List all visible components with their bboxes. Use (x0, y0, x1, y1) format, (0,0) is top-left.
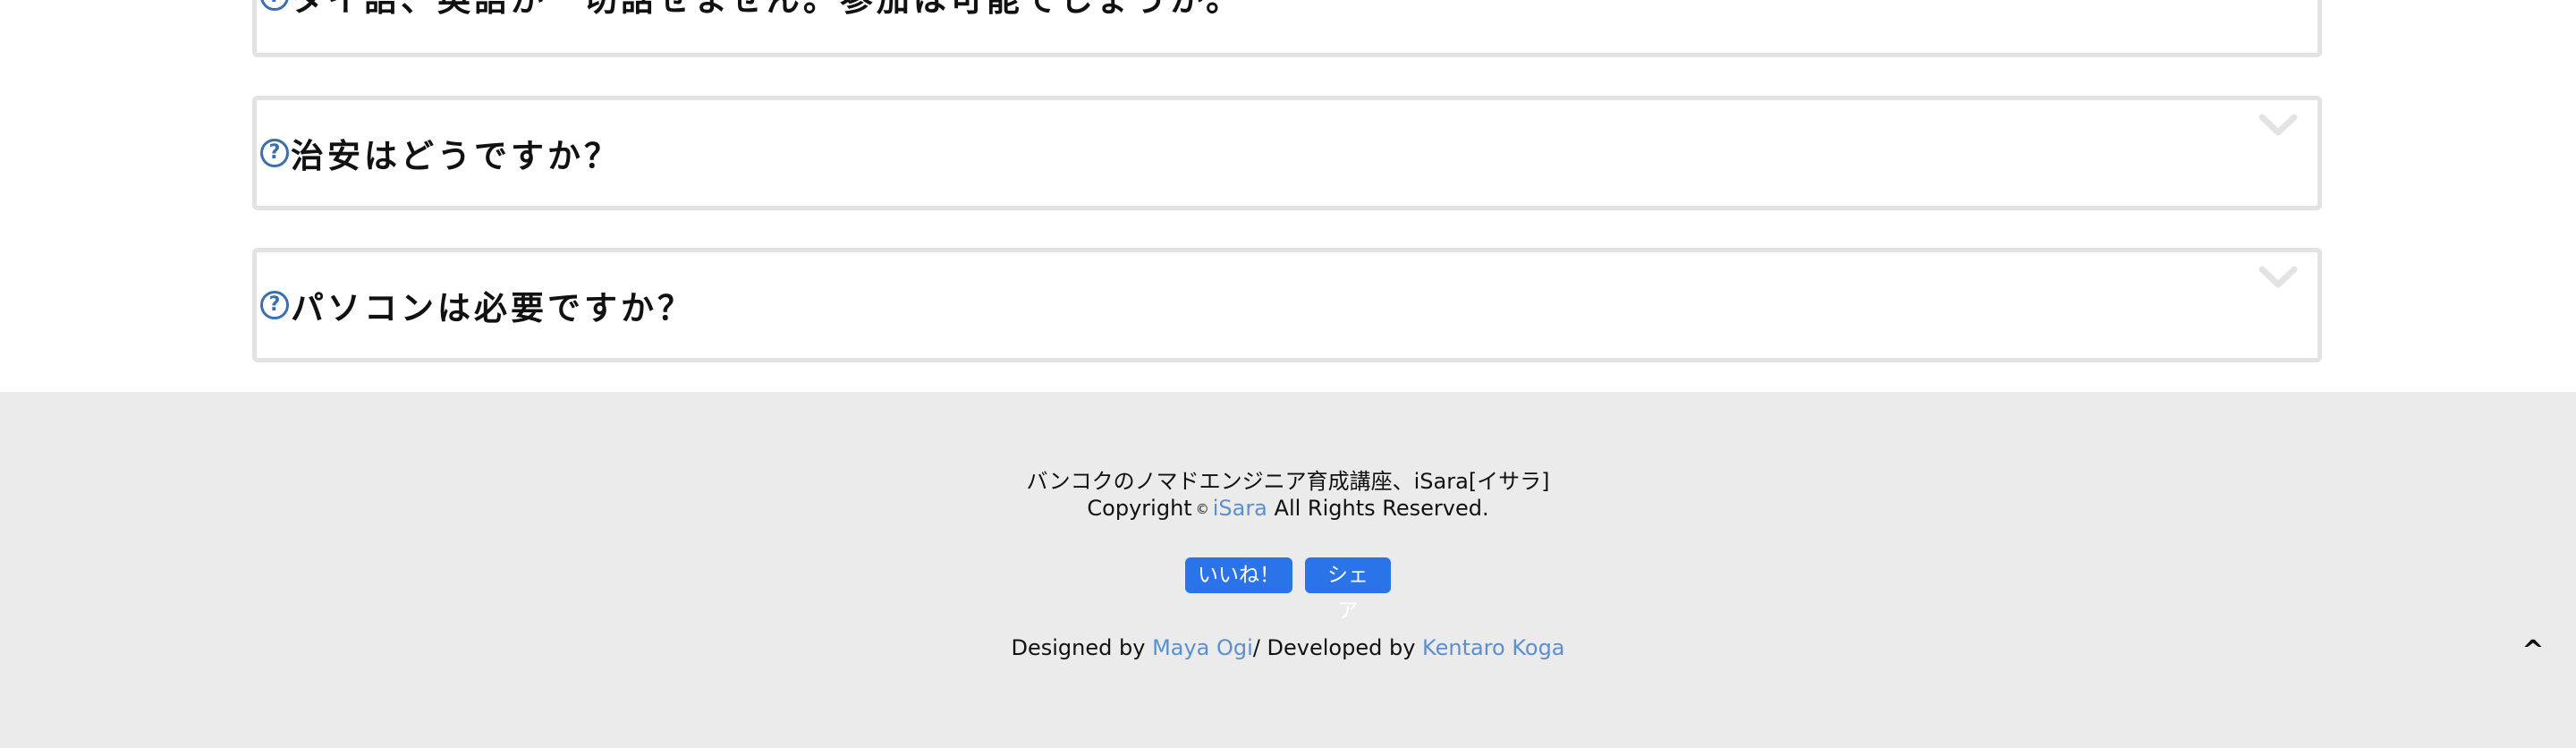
copyright-symbol: © (1195, 501, 1209, 517)
question-circle-icon: ? (260, 0, 289, 11)
copyright-brand-link[interactable]: iSara (1213, 496, 1267, 521)
designer-link[interactable]: Maya Ogi (1152, 635, 1253, 660)
faq-item[interactable]: ? 治安はどうですか？ (252, 96, 2322, 210)
footer-tagline: バンコクのノマドエンジニア育成講座、iSara[イサラ] (1026, 469, 1550, 494)
like-button[interactable]: いいね！ (1185, 557, 1292, 593)
copyright-suffix: All Rights Reserved. (1274, 496, 1489, 521)
faq-item[interactable]: ? タイ語、英語が一切話せません。参加は可能でしょうか。 (252, 0, 2322, 57)
faq-question-text: パソコンは必要ですか？ (291, 289, 694, 327)
faq-item[interactable]: ? パソコンは必要ですか？ (252, 248, 2322, 362)
designed-by-label: Designed by (1011, 635, 1146, 660)
chevron-down-icon[interactable] (2258, 113, 2298, 138)
developed-by-label: / Developed by (1252, 635, 1416, 660)
share-button[interactable]: シェア (1305, 557, 1391, 623)
faq-question-text: タイ語、英語が一切話せません。参加は可能でしょうか。 (291, 0, 1242, 21)
faq-question-text: 治安はどうですか？ (291, 137, 621, 175)
back-to-top-button[interactable]: ^ (2517, 635, 2549, 667)
question-circle-icon: ? (260, 139, 289, 167)
faq-question: ? タイ語、英語が一切話せません。参加は可能でしょうか。 (260, 0, 1242, 21)
footer-copyright: Copyright © iSara All Rights Reserved. (0, 496, 2576, 521)
developer-link[interactable]: Kentaro Koga (1422, 635, 1564, 660)
faq-section: ? タイ語、英語が一切話せません。参加は可能でしょうか。 ? 治安はどうですか？… (0, 0, 2576, 392)
site-footer: バンコクのノマドエンジニア育成講座、iSara[イサラ] Copyright © i… (0, 392, 2576, 748)
faq-question: ? 治安はどうですか？ (260, 129, 621, 177)
faq-question: ? パソコンは必要ですか？ (260, 281, 694, 329)
social-buttons: いいね！ シェア (0, 557, 2576, 623)
copyright-prefix: Copyright (1087, 496, 1192, 521)
footer-credits: Designed by Maya Ogi/ Developed by Kenta… (0, 635, 2576, 660)
question-circle-icon: ? (260, 291, 289, 319)
chevron-down-icon[interactable] (2258, 265, 2298, 290)
